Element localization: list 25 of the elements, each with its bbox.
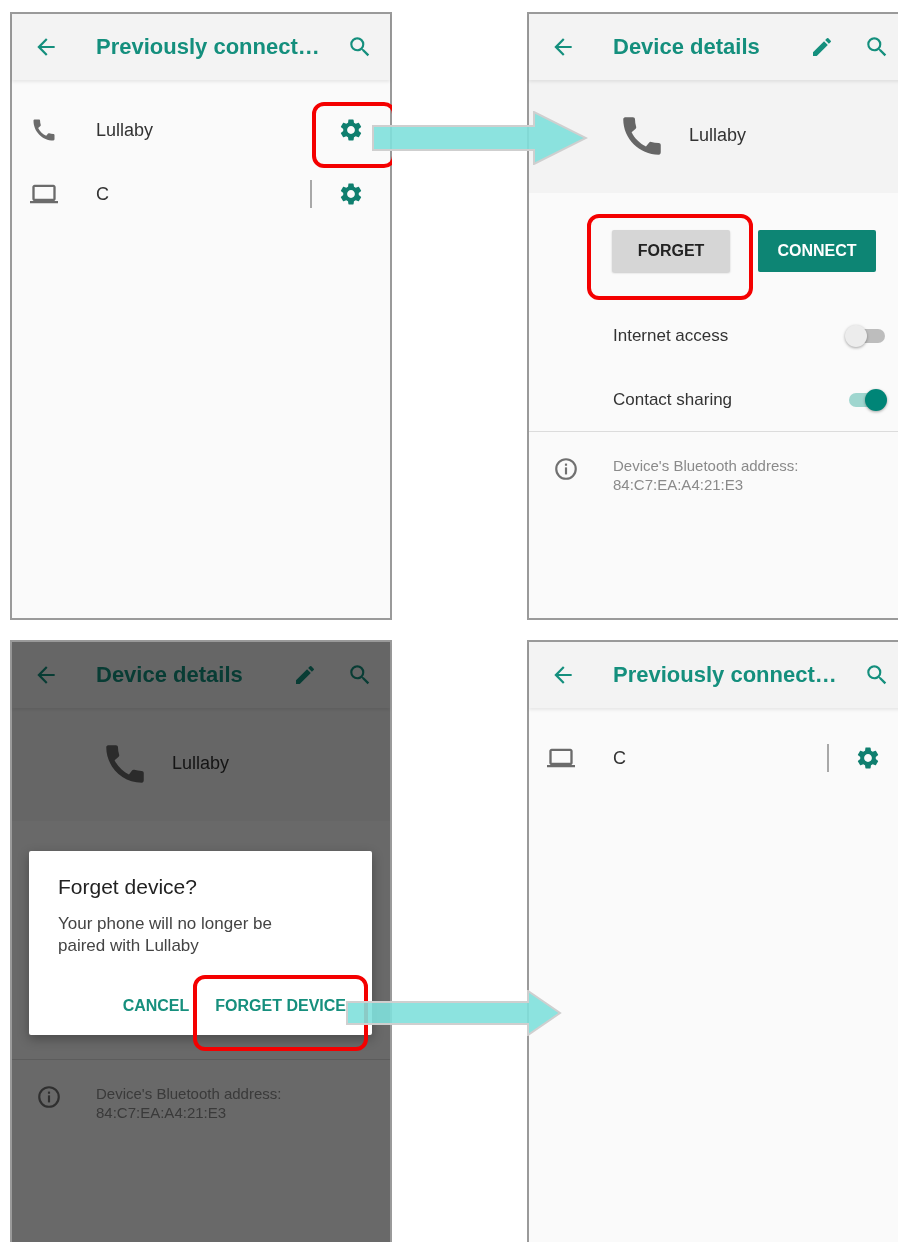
forget-button[interactable]: FORGET	[612, 230, 730, 272]
device-name[interactable]: C	[613, 747, 827, 769]
device-name[interactable]: Lullaby	[96, 119, 338, 141]
device-name[interactable]: C	[96, 183, 310, 205]
screen-title: Previously connect…	[96, 34, 321, 60]
setting-label: Internet access	[613, 326, 730, 346]
info-icon	[553, 456, 579, 482]
pencil-icon[interactable]	[810, 35, 834, 59]
screen-title: Device details	[96, 662, 244, 688]
settings-icon[interactable]	[338, 181, 364, 207]
screen-title: Previously connect…	[613, 662, 838, 688]
setting-label: Contact sharing	[613, 390, 734, 410]
settings-icon[interactable]	[855, 745, 881, 771]
connect-button[interactable]: CONNECT	[758, 230, 876, 272]
info-icon	[36, 1084, 62, 1110]
device-name: Lullaby	[172, 753, 230, 774]
pencil-icon[interactable]	[293, 663, 317, 687]
device-name: Lullaby	[689, 125, 747, 146]
bluetooth-address-text: Device's Bluetooth address: 84:C7:EA:A4:21:E3	[613, 456, 799, 494]
settings-icon[interactable]	[338, 117, 364, 143]
dialog-message: Your phone will no longer be paired with Lullaby	[58, 913, 273, 957]
dialog-title: Forget device?	[58, 875, 198, 899]
dialog-action-button[interactable]: CANCEL	[116, 989, 196, 1023]
screen-title: Device details	[613, 34, 761, 60]
toggle-switch[interactable]	[845, 324, 887, 348]
